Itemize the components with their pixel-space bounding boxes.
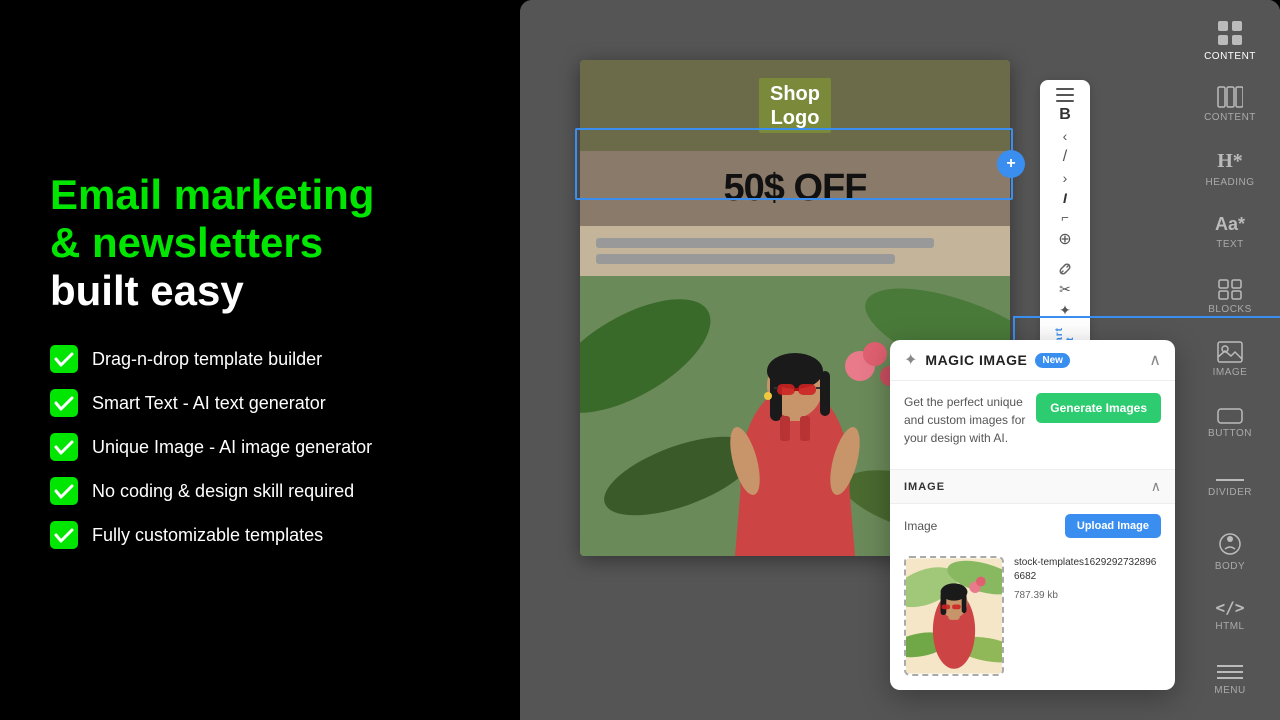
image-label: Image [904, 519, 937, 533]
toolbar-next-icon[interactable]: › [1047, 170, 1083, 186]
features-list: Drag-n-drop template builder Smart Text … [50, 345, 470, 549]
rt-item-text[interactable]: Aa* TEXT [1186, 201, 1274, 263]
upload-image-button[interactable]: Upload Image [1065, 514, 1161, 538]
feature-item-2: Smart Text - AI text generator [50, 389, 470, 417]
hamburger-icon [1056, 88, 1074, 102]
check-icon-3 [50, 433, 78, 461]
magic-generate-row: Get the perfect unique and custom images… [904, 393, 1161, 457]
rt-item-content[interactable]: Content [1186, 10, 1274, 72]
heading-area: 50$ OFF [580, 151, 1010, 226]
feature-item-4: No coding & design skill required [50, 477, 470, 505]
rt-label-divider: DIVIDER [1208, 487, 1252, 498]
image-filesize: 787.39 kb [1014, 590, 1161, 601]
body-icon [1217, 531, 1243, 557]
feature-item-5: Fully customizable templates [50, 521, 470, 549]
heading-icon: H* [1217, 150, 1243, 173]
shop-logo-area: ShopLogo [580, 60, 1010, 151]
magic-image-panel: ✦ MAGIC IMAGE New ∧ Get the perfect uniq… [890, 340, 1175, 690]
magic-panel-header: ✦ MAGIC IMAGE New ∧ [890, 340, 1175, 381]
toolbar-corner-icon[interactable]: ⌐ [1047, 210, 1083, 225]
headline: Email marketing& newsletters built easy [50, 171, 470, 316]
rt-label-html: HTML [1215, 621, 1244, 632]
toolbar-bold-icon[interactable]: B [1047, 106, 1083, 124]
rt-label-heading: HEADING [1205, 177, 1254, 188]
blocks-icon [1217, 278, 1243, 300]
toolbar-scissor-icon[interactable]: ✂ [1047, 281, 1083, 298]
toolbar-add-icon[interactable]: ⊕ [1047, 229, 1083, 249]
new-badge: New [1035, 353, 1070, 368]
headline-white: built easy [50, 267, 244, 314]
generate-images-button[interactable]: Generate Images [1036, 393, 1161, 423]
divider-icon [1216, 477, 1244, 483]
rt-label-columns: Content [1204, 112, 1256, 123]
feature-label-3: Unique Image - AI image generator [92, 437, 372, 458]
rt-item-body[interactable]: Body [1186, 521, 1274, 583]
button-icon [1217, 408, 1243, 424]
thumbnail-illustration [906, 558, 1002, 674]
heading-text: 50$ OFF [600, 167, 990, 210]
rt-item-divider[interactable]: DIVIDER [1186, 457, 1274, 519]
rt-item-columns[interactable]: Content [1186, 74, 1274, 136]
image-icon [1217, 341, 1243, 363]
toolbar-italic-icon[interactable]: I [1047, 190, 1083, 206]
image-filename: stock-templates16292927328966682 [1014, 556, 1161, 584]
feature-label-1: Drag-n-drop template builder [92, 349, 322, 370]
toolbar-link-icon[interactable] [1047, 261, 1083, 277]
html-icon: </> [1216, 598, 1245, 617]
image-thumbnail-box [904, 556, 1004, 676]
image-section-label: IMAGE [904, 481, 945, 493]
right-toolbar: Content Content H* HEADING Aa* TEXT [1180, 0, 1280, 720]
text-line-1 [596, 238, 934, 248]
image-section-header: IMAGE ∧ [890, 469, 1175, 504]
connector-horiz [1013, 316, 1280, 318]
rt-label-content: Content [1204, 51, 1256, 62]
rt-item-menu[interactable]: MENU [1186, 648, 1274, 710]
shop-logo-text: ShopLogo [770, 82, 820, 130]
check-icon-4 [50, 477, 78, 505]
rt-item-html[interactable]: </> HTML [1186, 584, 1274, 646]
check-icon-1 [50, 345, 78, 373]
text-line-2 [596, 254, 895, 264]
shop-logo-box: ShopLogo [759, 78, 831, 133]
feature-label-5: Fully customizable templates [92, 525, 323, 546]
text-lines-area [580, 226, 1010, 276]
magic-panel-body: Get the perfect unique and custom images… [890, 381, 1175, 469]
check-icon-2 [50, 389, 78, 417]
image-metadata: stock-templates16292927328966682 787.39 … [1014, 556, 1161, 601]
image-controls: Image Upload Image [890, 504, 1175, 548]
content-icon [1216, 19, 1244, 47]
magic-star-icon: ✦ [904, 350, 917, 370]
feature-item-3: Unique Image - AI image generator [50, 433, 470, 461]
magic-panel-title-area: ✦ MAGIC IMAGE New [904, 350, 1070, 370]
image-section-collapse-btn[interactable]: ∧ [1151, 478, 1161, 495]
headline-green: Email marketing& newsletters [50, 171, 374, 266]
rt-item-heading[interactable]: H* HEADING [1186, 138, 1274, 200]
image-preview-area: stock-templates16292927328966682 787.39 … [890, 556, 1175, 690]
rt-label-image: IMAGE [1213, 367, 1248, 378]
rt-label-menu: MENU [1214, 685, 1245, 696]
magic-panel-title: MAGIC IMAGE [925, 352, 1027, 368]
menu-icon [1217, 663, 1243, 681]
rt-label-body: Body [1215, 561, 1245, 572]
toolbar-menu-icon[interactable] [1047, 88, 1083, 102]
text-icon: Aa* [1215, 214, 1245, 235]
rt-label-blocks: BLOCKS [1208, 304, 1252, 315]
magic-panel-collapse-btn[interactable]: ∧ [1149, 350, 1161, 370]
toolbar-forward-slash-icon[interactable]: / [1047, 148, 1083, 166]
magic-panel-description: Get the perfect unique and custom images… [904, 393, 1028, 447]
feature-label-2: Smart Text - AI text generator [92, 393, 326, 414]
rt-item-button[interactable]: BUTTON [1186, 393, 1274, 455]
columns-icon [1217, 86, 1243, 108]
link-icon [1057, 261, 1073, 277]
toolbar-back-icon[interactable]: ‹ [1047, 128, 1083, 144]
left-panel: Email marketing& newsletters built easy … [0, 0, 520, 720]
check-icon-5 [50, 521, 78, 549]
feature-item-1: Drag-n-drop template builder [50, 345, 470, 373]
feature-label-4: No coding & design skill required [92, 481, 354, 502]
rt-label-text: TEXT [1216, 239, 1244, 250]
rt-label-button: BUTTON [1208, 428, 1252, 439]
rt-item-image[interactable]: IMAGE [1186, 329, 1274, 391]
